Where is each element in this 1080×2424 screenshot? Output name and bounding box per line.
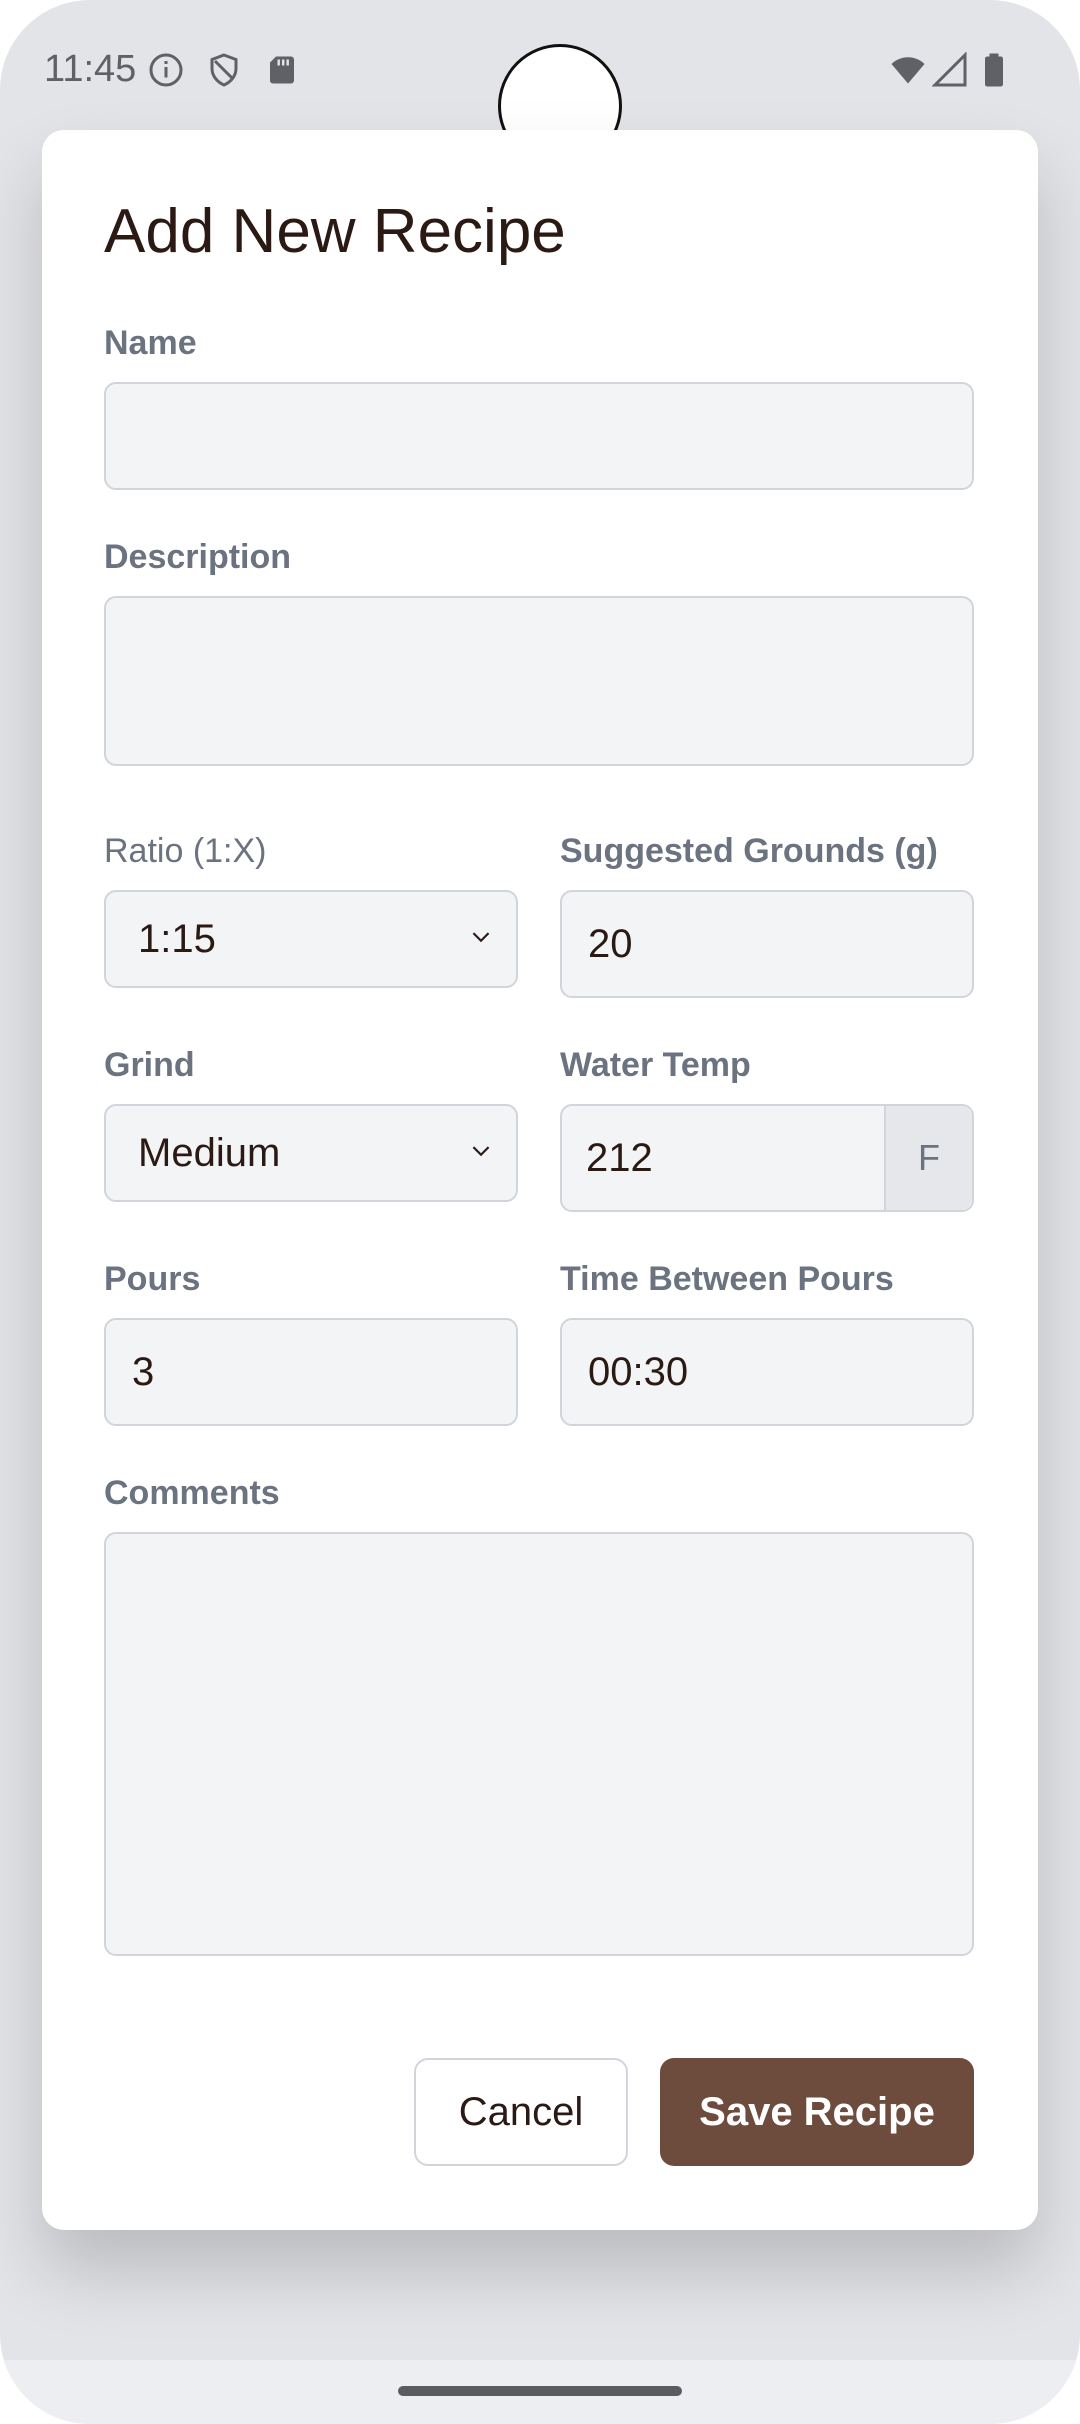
pours-label: Pours <box>104 1260 201 1298</box>
pours-input[interactable] <box>104 1318 518 1426</box>
grind-select[interactable]: Medium <box>104 1104 518 1202</box>
time-between-pours-input[interactable] <box>560 1318 974 1426</box>
description-textarea[interactable] <box>104 596 974 766</box>
sd-card-icon <box>270 56 294 84</box>
chevron-down-icon <box>472 932 490 943</box>
cancel-button[interactable]: Cancel <box>414 2058 628 2166</box>
device-frame: 11:45 Add New Recipe Name Description Ra… <box>0 0 1080 2424</box>
suggested-grounds-label: Suggested Grounds (g) <box>560 832 938 870</box>
shield-icon <box>210 53 238 87</box>
temp-unit-addon: F <box>884 1106 972 1210</box>
wifi-icon <box>891 57 925 84</box>
water-temp-label: Water Temp <box>560 1046 751 1084</box>
time-between-pours-label: Time Between Pours <box>560 1260 894 1298</box>
ratio-select[interactable]: 1:15 <box>104 890 518 988</box>
comments-label: Comments <box>104 1474 280 1512</box>
chevron-down-icon <box>472 1146 490 1157</box>
name-label: Name <box>104 324 197 362</box>
add-recipe-dialog: Add New Recipe Name Description Ratio (1… <box>42 130 1038 2230</box>
info-icon <box>149 53 183 87</box>
status-time: 11:45 <box>44 48 137 90</box>
ratio-value: 1:15 <box>138 916 216 961</box>
suggested-grounds-input[interactable] <box>560 890 974 998</box>
signal-icon <box>932 52 967 87</box>
name-input[interactable] <box>104 382 974 490</box>
description-label: Description <box>104 538 292 576</box>
dialog-title: Add New Recipe <box>104 197 566 266</box>
ratio-label: Ratio (1:X) <box>104 832 267 870</box>
save-recipe-button[interactable]: Save Recipe <box>660 2058 974 2166</box>
battery-icon <box>985 53 1003 87</box>
grind-label: Grind <box>104 1046 195 1084</box>
water-temp-input[interactable] <box>562 1106 862 1210</box>
home-gesture-handle[interactable] <box>398 2386 682 2396</box>
comments-textarea[interactable] <box>104 1532 974 1956</box>
water-temp-group: F <box>560 1104 974 1212</box>
status-bar: 11:45 <box>0 0 1080 168</box>
grind-value: Medium <box>138 1130 281 1175</box>
